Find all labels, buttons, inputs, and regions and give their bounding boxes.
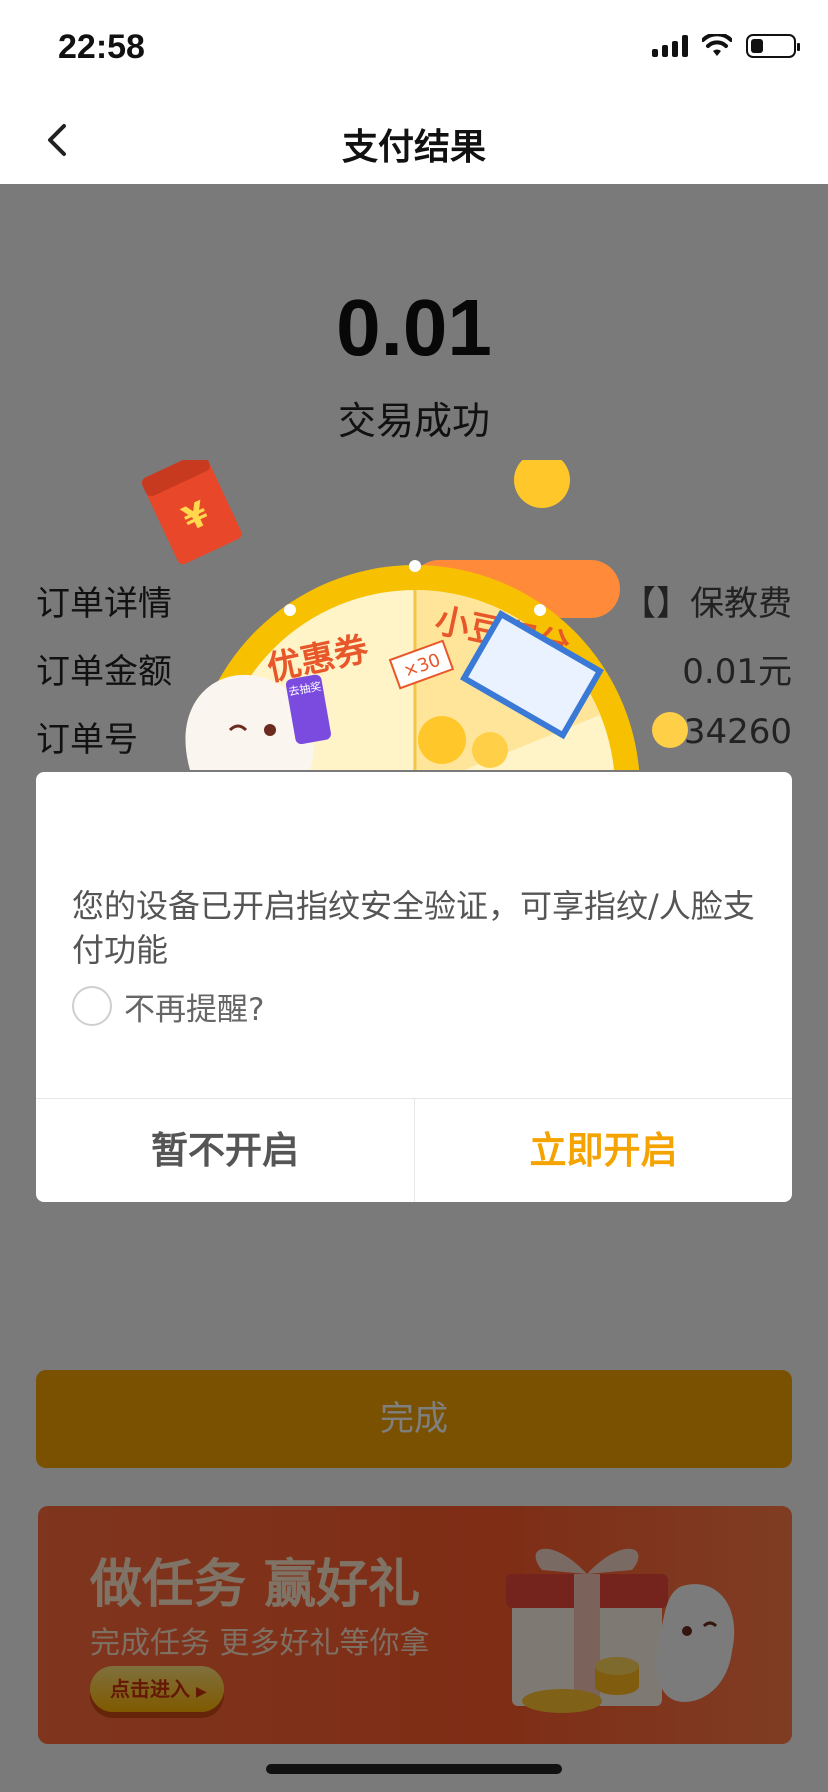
nav-bar: 支付结果	[0, 96, 828, 184]
status-time: 22:58	[58, 28, 145, 66]
fingerprint-dialog: 您的设备已开启指纹安全验证，可享指纹/人脸支付功能 不再提醒? 暂不开启 立即开…	[36, 772, 792, 1202]
status-bar: 22:58	[0, 0, 828, 96]
dont-remind-option[interactable]: 不再提醒?	[72, 984, 264, 1028]
lottery-wheel-graphic: ¥ 小豆积分 优惠券 ×30 去抽奖	[141, 460, 688, 770]
dialog-message: 您的设备已开启指纹安全验证，可享指纹/人脸支付功能	[72, 887, 755, 969]
home-indicator[interactable]	[266, 1764, 562, 1774]
radio-unchecked-icon[interactable]	[72, 986, 112, 1026]
dont-remind-label[interactable]: 不再提醒?	[124, 984, 264, 1029]
status-icons	[652, 34, 800, 58]
wifi-icon	[702, 34, 732, 56]
cellular-signal-icon	[652, 35, 688, 57]
enable-now-button[interactable]: 立即开启	[415, 1099, 792, 1202]
not-now-button[interactable]: 暂不开启	[36, 1099, 414, 1202]
page-title: 支付结果	[341, 127, 486, 168]
battery-icon	[746, 34, 800, 58]
